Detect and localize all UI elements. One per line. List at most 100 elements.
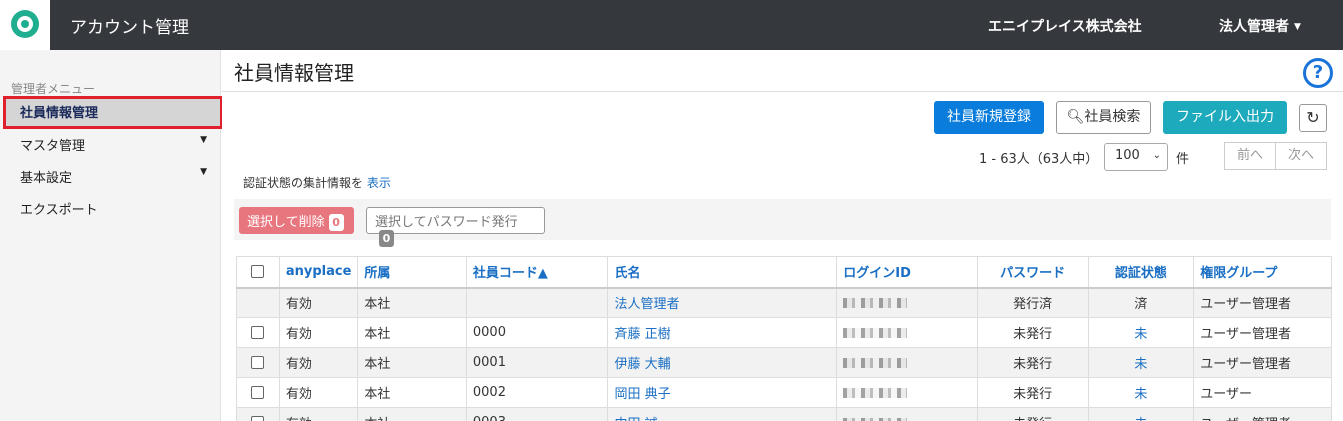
column-header[interactable]: 氏名 (607, 256, 838, 289)
sidebar-menu-header: 管理者メニュー (11, 82, 96, 96)
checkbox[interactable] (251, 416, 265, 421)
column-header[interactable]: 権限グループ (1193, 256, 1332, 289)
code-cell: 0003 (465, 407, 609, 421)
table-row: 有効 本社 0002 岡田 典子 未発行 未 ユーザー (236, 377, 1332, 408)
delete-count-badge: 0 (328, 214, 344, 231)
checkbox[interactable] (251, 326, 265, 339)
column-header[interactable]: ログインID (836, 256, 978, 289)
sidebar-item-label: エクスポート (20, 203, 98, 218)
delete-selected-label: 選択して削除 (247, 215, 325, 230)
anyplace-cell: 有効 (278, 317, 359, 348)
table-row: 有効 本社 法人管理者 発行済 済 ユーザー管理者 (236, 287, 1332, 318)
auth-link[interactable]: 未 (1087, 347, 1195, 378)
sidebar-item-basic-settings[interactable]: 基本設定 ▼ (3, 161, 221, 189)
group-cell: ユーザー管理者 (1193, 407, 1332, 421)
auth-summary: 認証状態の集計情報を 表示 (243, 174, 391, 191)
delete-selected-button[interactable]: 選択して削除 0 (239, 207, 354, 234)
checkbox[interactable] (251, 386, 265, 399)
main-content: 社員情報管理 ? 社員新規登録 🔍︎社員検索 ファイル入出力 ↻ 1 - 63人… (222, 50, 1343, 421)
password-cell: 未発行 (976, 317, 1089, 348)
next-page-button[interactable]: 次へ (1275, 142, 1327, 170)
login-id-cell (836, 407, 978, 421)
dept-cell: 本社 (357, 317, 467, 348)
name-link[interactable]: 斉藤 正樹 (607, 317, 838, 348)
employee-search-label: 社員検索 (1084, 109, 1141, 125)
login-id-cell (836, 317, 978, 348)
new-employee-button[interactable]: 社員新規登録 (934, 101, 1044, 134)
auth-link[interactable]: 未 (1087, 377, 1195, 408)
group-cell: ユーザー管理者 (1193, 317, 1332, 348)
divider (222, 91, 1343, 92)
column-header[interactable]: 社員コード▲ (465, 256, 609, 289)
row-checkbox-cell[interactable] (236, 317, 280, 348)
password-cell: 未発行 (976, 407, 1089, 421)
row-checkbox-cell[interactable] (236, 377, 280, 408)
anyplace-cell: 有効 (278, 287, 359, 318)
sidebar-item-master[interactable]: マスタ管理 ▼ (3, 129, 221, 157)
auth-link[interactable]: 未 (1087, 317, 1195, 348)
checkbox[interactable] (251, 356, 265, 369)
password-count-badge: 0 (379, 230, 394, 247)
row-checkbox-cell (236, 287, 280, 318)
app-logo[interactable] (0, 0, 50, 50)
sidebar-item-label: マスタ管理 (20, 139, 86, 154)
masked-login-id (843, 387, 908, 398)
refresh-icon[interactable]: ↻ (1299, 104, 1327, 132)
group-cell: ユーザー管理者 (1193, 347, 1332, 378)
auth-link[interactable]: 未 (1087, 407, 1195, 421)
masked-login-id (843, 417, 908, 421)
issue-password-button[interactable]: 選択してパスワード発行0 (366, 207, 545, 247)
column-header[interactable]: anyplace (278, 256, 359, 289)
code-cell: 0001 (465, 347, 609, 378)
employee-search-button[interactable]: 🔍︎社員検索 (1056, 101, 1151, 134)
row-checkbox-cell[interactable] (236, 407, 280, 421)
app-title: アカウント管理 (70, 18, 189, 38)
select-all-checkbox[interactable] (236, 256, 280, 289)
name-link[interactable]: 伊藤 大輔 (607, 347, 838, 378)
search-icon: 🔍︎ (1066, 109, 1085, 125)
dept-cell: 本社 (357, 287, 467, 318)
name-link[interactable]: 法人管理者 (607, 287, 838, 318)
table-row: 有効 本社 0000 斉藤 正樹 未発行 未 ユーザー管理者 (236, 317, 1332, 348)
masked-login-id (843, 357, 908, 368)
chevron-down-icon: ⌄ (1152, 150, 1161, 161)
column-header[interactable]: 認証状態 (1087, 256, 1195, 289)
issue-password-label: 選択してパスワード発行 (375, 215, 518, 230)
code-cell: 0002 (465, 377, 609, 408)
checkbox[interactable] (251, 265, 265, 279)
dept-cell: 本社 (357, 347, 467, 378)
column-header[interactable]: パスワード (976, 256, 1089, 289)
caret-down-icon: ▼ (200, 135, 207, 145)
logo-icon (11, 10, 39, 38)
anyplace-cell: 有効 (278, 377, 359, 408)
file-io-button[interactable]: ファイル入出力 (1163, 101, 1287, 134)
login-id-cell (836, 287, 978, 318)
password-cell: 未発行 (976, 347, 1089, 378)
page-size-select[interactable]: 100 ⌄ (1104, 143, 1168, 171)
table-row: 有効 本社 0001 伊藤 大輔 未発行 未 ユーザー管理者 (236, 347, 1332, 378)
sidebar: 管理者メニュー 社員情報管理 マスタ管理 ▼ 基本設定 ▼ エクスポート (0, 50, 223, 421)
password-cell: 発行済 (976, 287, 1089, 318)
group-cell: ユーザー (1193, 377, 1332, 408)
sidebar-item-employee-info[interactable]: 社員情報管理 (3, 96, 223, 129)
page-size-unit: 件 (1176, 152, 1190, 167)
column-header[interactable]: 所属 (357, 256, 467, 289)
table-row: 有効 本社 0003 中田 誠 未発行 未 ユーザー管理者 (236, 407, 1332, 421)
anyplace-cell: 有効 (278, 347, 359, 378)
row-checkbox-cell[interactable] (236, 347, 280, 378)
user-menu[interactable]: 法人管理者 ▼ (1219, 16, 1301, 36)
caret-down-icon: ▼ (200, 167, 207, 177)
masked-login-id (843, 327, 908, 338)
auth-cell: 済 (1087, 287, 1195, 318)
dept-cell: 本社 (357, 377, 467, 408)
auth-summary-show-link[interactable]: 表示 (367, 176, 391, 190)
caret-down-icon: ▼ (1294, 22, 1301, 32)
login-id-cell (836, 377, 978, 408)
name-link[interactable]: 岡田 典子 (607, 377, 838, 408)
dept-cell: 本社 (357, 407, 467, 421)
name-link[interactable]: 中田 誠 (607, 407, 838, 421)
help-icon[interactable]: ? (1303, 58, 1333, 88)
sidebar-item-export[interactable]: エクスポート (3, 193, 221, 221)
prev-page-button[interactable]: 前へ (1224, 142, 1276, 170)
sidebar-item-label: 社員情報管理 (20, 106, 99, 121)
